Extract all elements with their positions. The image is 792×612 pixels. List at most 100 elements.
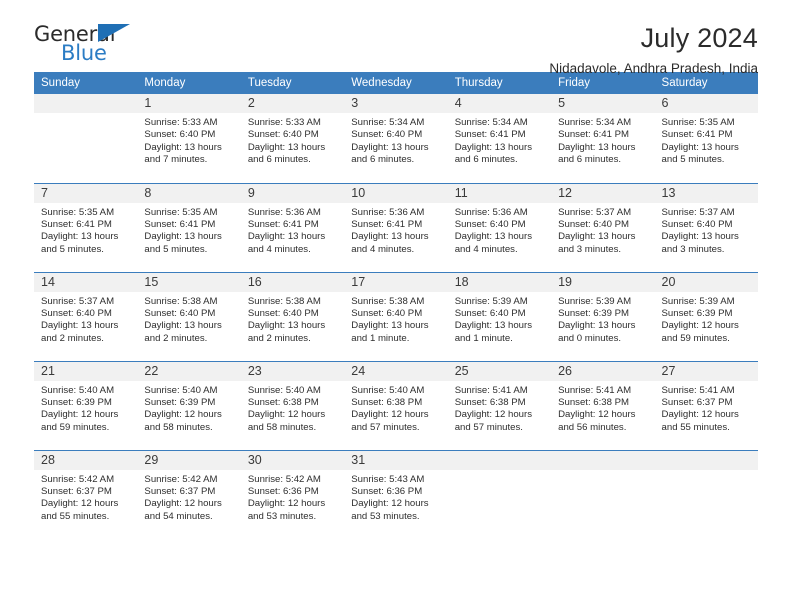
day-number: 21 [34, 361, 138, 381]
day-number: 17 [344, 272, 448, 292]
sunset-text: Sunset: 6:39 PM [41, 396, 112, 408]
calendar-day-cell-empty [654, 449, 758, 539]
calendar-day-cell[interactable]: 26 Sunrise: 5:41 AM Sunset: 6:38 PM Dayligh… [551, 360, 655, 450]
daylight-text: Daylight: 13 hours and 2 minutes. [144, 320, 222, 344]
sunset-text: Sunset: 6:41 PM [144, 218, 216, 230]
daylight-text: Daylight: 13 hours and 4 minutes. [351, 231, 429, 255]
calendar-day-cell[interactable]: 20 Sunrise: 5:39 AM Sunset: 6:39 PM Dayligh… [654, 271, 758, 361]
daylight-text: Daylight: 13 hours and 1 minute. [454, 320, 533, 344]
calendar-day-cell[interactable]: 28 Sunrise: 5:42 AM Sunset: 6:37 PM Dayligh… [34, 449, 138, 539]
calendar-body: 1 Sunrise: 5:33 AM Sunset: 6:40 PM Daylight… [34, 94, 758, 539]
day-number: 31 [344, 450, 448, 470]
daylight-text: Daylight: 12 hours and 58 minutes. [144, 409, 222, 433]
day-number [34, 94, 138, 113]
calendar-day-cell[interactable]: 11 Sunrise: 5:36 AM Sunset: 6:40 PM Dayligh… [447, 182, 552, 272]
daylight-text: Daylight: 12 hours and 54 minutes. [144, 498, 222, 522]
page-subtitle: Nidadavole, Andhra Pradesh, India [549, 61, 758, 76]
sunset-text: Sunset: 6:41 PM [41, 218, 112, 230]
calendar-day-cell[interactable]: 19 Sunrise: 5:39 AM Sunset: 6:39 PM Dayligh… [551, 271, 655, 361]
sunset-text: Sunset: 6:40 PM [144, 129, 216, 141]
day-sun-info: Sunrise: 5:39 AM Sunset: 6:39 PM Daylight:… [655, 292, 758, 346]
day-sun-info: Sunrise: 5:35 AM Sunset: 6:41 PM Daylight:… [655, 113, 758, 167]
sunrise-text: Sunrise: 5:39 AM [558, 295, 632, 307]
daylight-text: Daylight: 12 hours and 55 minutes. [41, 498, 119, 522]
day-number: 1 [137, 94, 241, 113]
sunset-text: Sunset: 6:40 PM [454, 218, 526, 230]
calendar-day-cell[interactable]: 6 Sunrise: 5:35 AM Sunset: 6:41 PM Daylight… [654, 94, 758, 183]
calendar-day-cell[interactable]: 10 Sunrise: 5:36 AM Sunset: 6:41 PM Dayligh… [344, 182, 448, 272]
day-sun-info: Sunrise: 5:40 AM Sunset: 6:39 PM Daylight:… [34, 381, 137, 435]
calendar-day-cell[interactable]: 24 Sunrise: 5:40 AM Sunset: 6:38 PM Dayligh… [344, 360, 448, 450]
daylight-text: Daylight: 12 hours and 57 minutes. [454, 409, 533, 433]
sunset-text: Sunset: 6:37 PM [661, 396, 733, 408]
day-sun-info: Sunrise: 5:36 AM Sunset: 6:41 PM Daylight:… [241, 203, 344, 257]
sunrise-text: Sunrise: 5:37 AM [661, 206, 735, 218]
day-number: 6 [654, 94, 758, 113]
calendar-day-cell[interactable]: 31 Sunrise: 5:43 AM Sunset: 6:36 PM Dayligh… [344, 449, 448, 539]
calendar-day-cell[interactable]: 23 Sunrise: 5:40 AM Sunset: 6:38 PM Dayligh… [240, 360, 345, 450]
day-number: 30 [240, 450, 345, 470]
sunrise-text: Sunrise: 5:35 AM [41, 206, 115, 218]
day-number: 4 [447, 94, 552, 113]
day-number: 16 [240, 272, 345, 292]
calendar-day-cell[interactable]: 18 Sunrise: 5:39 AM Sunset: 6:40 PM Dayligh… [447, 271, 552, 361]
day-number: 18 [447, 272, 552, 292]
day-sun-info: Sunrise: 5:35 AM Sunset: 6:41 PM Daylight:… [34, 203, 137, 257]
day-sun-info: Sunrise: 5:40 AM Sunset: 6:38 PM Daylight:… [241, 381, 344, 435]
calendar-week-row: 28 Sunrise: 5:42 AM Sunset: 6:37 PM Dayligh… [34, 449, 758, 539]
sunrise-text: Sunrise: 5:41 AM [661, 384, 735, 396]
calendar-day-cell[interactable]: 2 Sunrise: 5:33 AM Sunset: 6:40 PM Daylight… [240, 94, 345, 183]
calendar-day-cell[interactable]: 5 Sunrise: 5:34 AM Sunset: 6:41 PM Daylight… [551, 94, 655, 183]
day-sun-info: Sunrise: 5:39 AM Sunset: 6:40 PM Daylight:… [448, 292, 551, 346]
title-block: July 2024 Nidadavole, Andhra Pradesh, In… [154, 22, 758, 78]
calendar-day-cell[interactable]: 9 Sunrise: 5:36 AM Sunset: 6:41 PM Daylight… [240, 182, 345, 272]
sunset-text: Sunset: 6:40 PM [558, 218, 630, 230]
sunrise-text: Sunrise: 5:42 AM [41, 473, 115, 485]
calendar-week-row: 14 Sunrise: 5:37 AM Sunset: 6:40 PM Dayligh… [34, 271, 758, 361]
calendar-day-cell[interactable]: 8 Sunrise: 5:35 AM Sunset: 6:41 PM Daylight… [137, 182, 241, 272]
day-number: 27 [654, 361, 758, 381]
calendar-day-cell[interactable]: 30 Sunrise: 5:42 AM Sunset: 6:36 PM Dayligh… [240, 449, 345, 539]
sunset-text: Sunset: 6:39 PM [661, 307, 733, 319]
daylight-text: Daylight: 13 hours and 1 minute. [351, 320, 429, 344]
calendar-week-row: 7 Sunrise: 5:35 AM Sunset: 6:41 PM Daylight… [34, 182, 758, 272]
sunrise-text: Sunrise: 5:35 AM [661, 117, 735, 128]
calendar-week-row: 1 Sunrise: 5:33 AM Sunset: 6:40 PM Daylight… [34, 94, 758, 183]
daylight-text: Daylight: 12 hours and 59 minutes. [661, 320, 739, 344]
calendar-day-cell[interactable]: 7 Sunrise: 5:35 AM Sunset: 6:41 PM Daylight… [34, 182, 138, 272]
day-sun-info: Sunrise: 5:41 AM Sunset: 6:38 PM Daylight:… [551, 381, 654, 435]
day-number: 2 [240, 94, 345, 113]
day-number [551, 450, 655, 470]
calendar-day-cell[interactable]: 16 Sunrise: 5:38 AM Sunset: 6:40 PM Dayligh… [240, 271, 345, 361]
daylight-text: Daylight: 12 hours and 53 minutes. [351, 498, 429, 522]
day-number: 3 [344, 94, 448, 113]
sunset-text: Sunset: 6:40 PM [351, 129, 423, 141]
general-blue-logo[interactable]: General Blue [34, 22, 154, 70]
sunrise-text: Sunrise: 5:40 AM [247, 384, 321, 396]
calendar-day-cell-empty [551, 449, 655, 539]
calendar-day-cell[interactable]: 25 Sunrise: 5:41 AM Sunset: 6:38 PM Dayligh… [447, 360, 552, 450]
sunrise-text: Sunrise: 5:42 AM [144, 473, 218, 485]
calendar-day-cell[interactable]: 12 Sunrise: 5:37 AM Sunset: 6:40 PM Dayligh… [551, 182, 655, 272]
calendar-day-cell[interactable]: 4 Sunrise: 5:34 AM Sunset: 6:41 PM Daylight… [447, 94, 552, 183]
calendar-day-cell[interactable]: 21 Sunrise: 5:40 AM Sunset: 6:39 PM Dayligh… [34, 360, 138, 450]
calendar-day-cell[interactable]: 29 Sunrise: 5:42 AM Sunset: 6:37 PM Dayligh… [137, 449, 241, 539]
sunrise-text: Sunrise: 5:39 AM [661, 295, 735, 307]
calendar-day-cell[interactable]: 14 Sunrise: 5:37 AM Sunset: 6:40 PM Dayligh… [34, 271, 138, 361]
calendar-day-cell[interactable]: 3 Sunrise: 5:34 AM Sunset: 6:40 PM Daylight… [344, 94, 448, 183]
calendar-day-cell[interactable]: 22 Sunrise: 5:40 AM Sunset: 6:39 PM Dayligh… [137, 360, 241, 450]
daylight-text: Daylight: 13 hours and 5 minutes. [144, 231, 222, 255]
calendar-day-cell[interactable]: 1 Sunrise: 5:33 AM Sunset: 6:40 PM Daylight… [137, 94, 241, 183]
sunset-text: Sunset: 6:36 PM [247, 485, 319, 497]
calendar-day-cell[interactable]: 15 Sunrise: 5:38 AM Sunset: 6:40 PM Dayligh… [137, 271, 241, 361]
day-number: 26 [551, 361, 655, 381]
calendar-day-cell[interactable]: 13 Sunrise: 5:37 AM Sunset: 6:40 PM Dayligh… [654, 182, 758, 272]
day-number: 20 [654, 272, 758, 292]
sunset-text: Sunset: 6:40 PM [41, 307, 112, 319]
calendar-day-cell[interactable]: 27 Sunrise: 5:41 AM Sunset: 6:37 PM Dayligh… [654, 360, 758, 450]
sunset-text: Sunset: 6:40 PM [661, 218, 733, 230]
day-number: 5 [551, 94, 655, 113]
calendar-day-cell[interactable]: 17 Sunrise: 5:38 AM Sunset: 6:40 PM Dayligh… [344, 271, 448, 361]
page-header: General Blue July 2024 Nidadavole, Andhr… [34, 0, 758, 76]
sunrise-text: Sunrise: 5:41 AM [558, 384, 632, 396]
